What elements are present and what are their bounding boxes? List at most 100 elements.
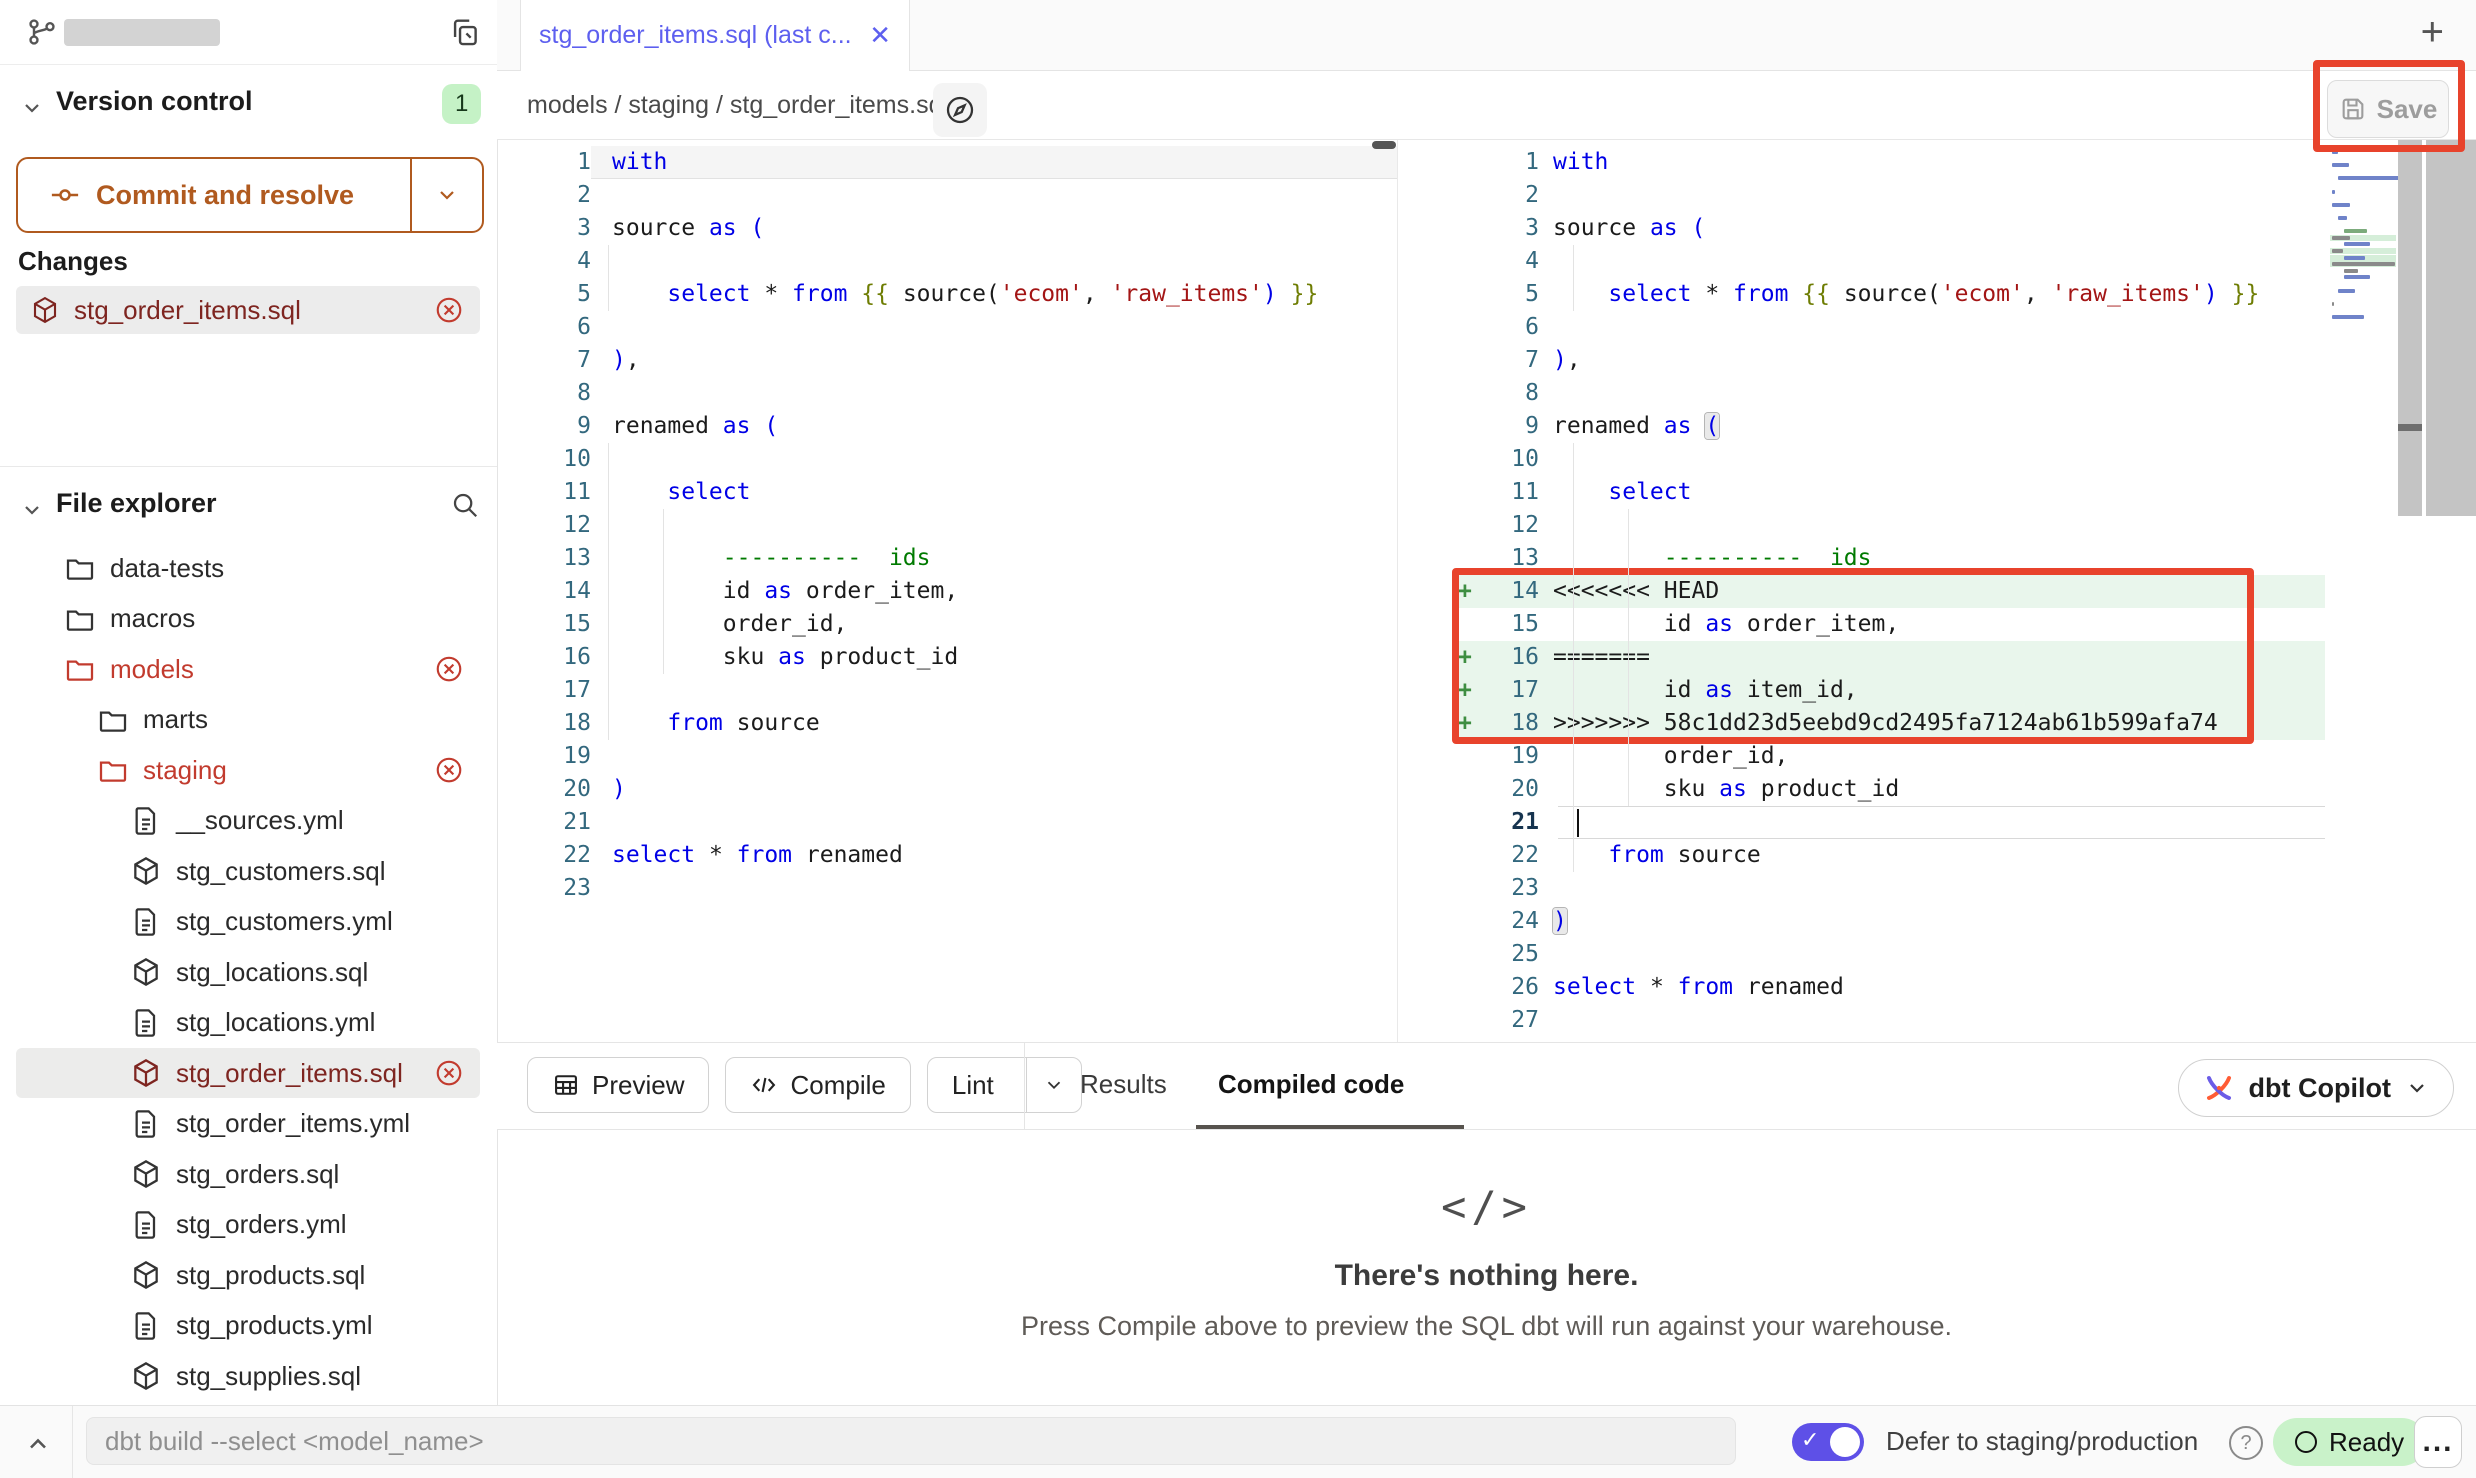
scrollbar-track[interactable] — [2426, 140, 2476, 516]
code-line[interactable]: 21 — [1452, 806, 2325, 839]
dbt-copilot-button[interactable]: dbt Copilot — [2178, 1059, 2454, 1117]
code-line-content[interactable] — [591, 806, 1397, 839]
code-line[interactable]: +14<<<<<<< HEAD — [1452, 575, 2325, 608]
code-line-content[interactable]: renamed as ( — [1539, 410, 2325, 443]
file-tree-item-stg-order-items-yml[interactable]: stg_order_items.yml — [16, 1099, 480, 1149]
file-tree-item-stg-locations-sql[interactable]: stg_locations.sql — [16, 947, 480, 997]
code-line-content[interactable]: ---------- ids — [591, 542, 1397, 575]
code-line[interactable]: 3source as ( — [497, 212, 1397, 245]
scrollbar-thumb[interactable] — [2398, 424, 2422, 431]
code-line-content[interactable] — [591, 377, 1397, 410]
code-line-content[interactable] — [1539, 377, 2325, 410]
code-line[interactable]: 9renamed as ( — [497, 410, 1397, 443]
code-line[interactable]: +16======= — [1452, 641, 2325, 674]
code-line-content[interactable]: select * from renamed — [591, 839, 1397, 872]
code-line-content[interactable]: <<<<<<< HEAD — [1539, 575, 2325, 608]
code-line-content[interactable]: ---------- ids — [1539, 542, 2325, 575]
code-line[interactable]: 2 — [497, 179, 1397, 212]
code-line-content[interactable] — [591, 179, 1397, 212]
command-input[interactable] — [86, 1417, 1736, 1465]
save-button[interactable]: Save — [2327, 80, 2449, 138]
code-line-content[interactable] — [1539, 443, 2325, 476]
file-tree-item-marts[interactable]: marts — [16, 695, 480, 745]
code-line[interactable]: 23 — [497, 872, 1397, 905]
changed-file-row[interactable]: stg_order_items.sql — [16, 286, 480, 334]
code-line-content[interactable]: ), — [1539, 344, 2325, 377]
new-tab-button[interactable]: + — [2421, 10, 2444, 55]
code-line[interactable]: 11 select — [497, 476, 1397, 509]
preview-button[interactable]: Preview — [527, 1057, 709, 1113]
code-line[interactable]: 15 order_id, — [497, 608, 1397, 641]
code-line[interactable]: 12 — [1452, 509, 2325, 542]
code-line-content[interactable]: id as item_id, — [1539, 674, 2325, 707]
code-line-content[interactable] — [1539, 509, 2325, 542]
code-line-content[interactable] — [1539, 938, 2325, 971]
code-line[interactable]: 7), — [1452, 344, 2325, 377]
code-line[interactable]: 21 — [497, 806, 1397, 839]
copy-icon[interactable] — [448, 15, 482, 49]
code-line-content[interactable] — [1539, 806, 2325, 839]
code-line[interactable]: 5 select * from {{ source('ecom', 'raw_i… — [1452, 278, 2325, 311]
code-line-content[interactable]: id as order_item, — [1539, 608, 2325, 641]
code-line[interactable]: 18 from source — [497, 707, 1397, 740]
search-icon[interactable] — [450, 490, 480, 520]
code-line-content[interactable]: from source — [591, 707, 1397, 740]
code-line-content[interactable]: select * from {{ source('ecom', 'raw_ite… — [591, 278, 1397, 311]
minimap-slider[interactable] — [2398, 140, 2422, 516]
code-line-content[interactable] — [1539, 245, 2325, 278]
code-line[interactable]: 22select * from renamed — [497, 839, 1397, 872]
code-line[interactable]: 9renamed as ( — [1452, 410, 2325, 443]
lint-dropdown-button[interactable] — [1026, 1058, 1081, 1112]
code-line-content[interactable]: select * from renamed — [1539, 971, 2325, 1004]
code-line[interactable]: 1with — [1452, 146, 2325, 179]
scrollbar-thumb[interactable] — [1372, 141, 1396, 149]
code-line[interactable]: 6 — [497, 311, 1397, 344]
code-line[interactable]: 24) — [1452, 905, 2325, 938]
tab-stg-order-items[interactable]: stg_order_items.sql (last c... ✕ — [520, 0, 910, 71]
file-tree-item-stg-orders-yml[interactable]: stg_orders.yml — [16, 1200, 480, 1250]
code-line[interactable]: 20 sku as product_id — [1452, 773, 2325, 806]
code-line-content[interactable] — [591, 872, 1397, 905]
code-line-content[interactable] — [591, 674, 1397, 707]
code-line[interactable]: 22 from source — [1452, 839, 2325, 872]
code-line[interactable]: 15 id as order_item, — [1452, 608, 2325, 641]
more-options-button[interactable]: ... — [2414, 1416, 2462, 1468]
code-line-content[interactable] — [1539, 1004, 2325, 1037]
code-line-content[interactable] — [591, 443, 1397, 476]
code-line[interactable]: 5 select * from {{ source('ecom', 'raw_i… — [497, 278, 1397, 311]
code-line-content[interactable]: ), — [591, 344, 1397, 377]
code-line[interactable]: 3source as ( — [1452, 212, 2325, 245]
file-tree-item--sources-yml[interactable]: __sources.yml — [16, 796, 480, 846]
code-line-content[interactable] — [591, 509, 1397, 542]
file-tree-item-stg-customers-yml[interactable]: stg_customers.yml — [16, 897, 480, 947]
file-tree-item-stg-products-yml[interactable]: stg_products.yml — [16, 1301, 480, 1351]
code-line[interactable]: 16 sku as product_id — [497, 641, 1397, 674]
code-line-content[interactable]: select — [1539, 476, 2325, 509]
code-line[interactable]: 10 — [1452, 443, 2325, 476]
code-line[interactable]: +17 id as item_id, — [1452, 674, 2325, 707]
file-tree-item-stg-supplies-sql[interactable]: stg_supplies.sql — [16, 1351, 480, 1401]
code-line[interactable]: 17 — [497, 674, 1397, 707]
chevron-down-icon[interactable] — [20, 498, 44, 522]
code-line-content[interactable] — [1539, 872, 2325, 905]
file-tree-item-stg-customers-sql[interactable]: stg_customers.sql — [16, 846, 480, 896]
code-line-content[interactable]: with — [1539, 146, 2325, 179]
code-line-content[interactable]: ======= — [1539, 641, 2325, 674]
code-line-content[interactable] — [1539, 179, 2325, 212]
code-line-content[interactable]: source as ( — [1539, 212, 2325, 245]
code-line[interactable]: 20) — [497, 773, 1397, 806]
code-line[interactable]: 8 — [497, 377, 1397, 410]
close-icon[interactable]: ✕ — [869, 20, 891, 51]
code-line-content[interactable]: sku as product_id — [1539, 773, 2325, 806]
code-line-content[interactable]: renamed as ( — [591, 410, 1397, 443]
code-line[interactable]: 11 select — [1452, 476, 2325, 509]
code-line[interactable]: 4 — [497, 245, 1397, 278]
code-line-content[interactable]: select * from {{ source('ecom', 'raw_ite… — [1539, 278, 2325, 311]
code-line[interactable]: 12 — [497, 509, 1397, 542]
tab-results[interactable]: Results — [1080, 1069, 1167, 1100]
commit-dropdown-button[interactable] — [410, 159, 482, 231]
code-line-content[interactable] — [591, 740, 1397, 773]
expand-command-bar-button[interactable] — [18, 1424, 58, 1464]
code-line-content[interactable]: select — [591, 476, 1397, 509]
code-line[interactable]: 19 order_id, — [1452, 740, 2325, 773]
